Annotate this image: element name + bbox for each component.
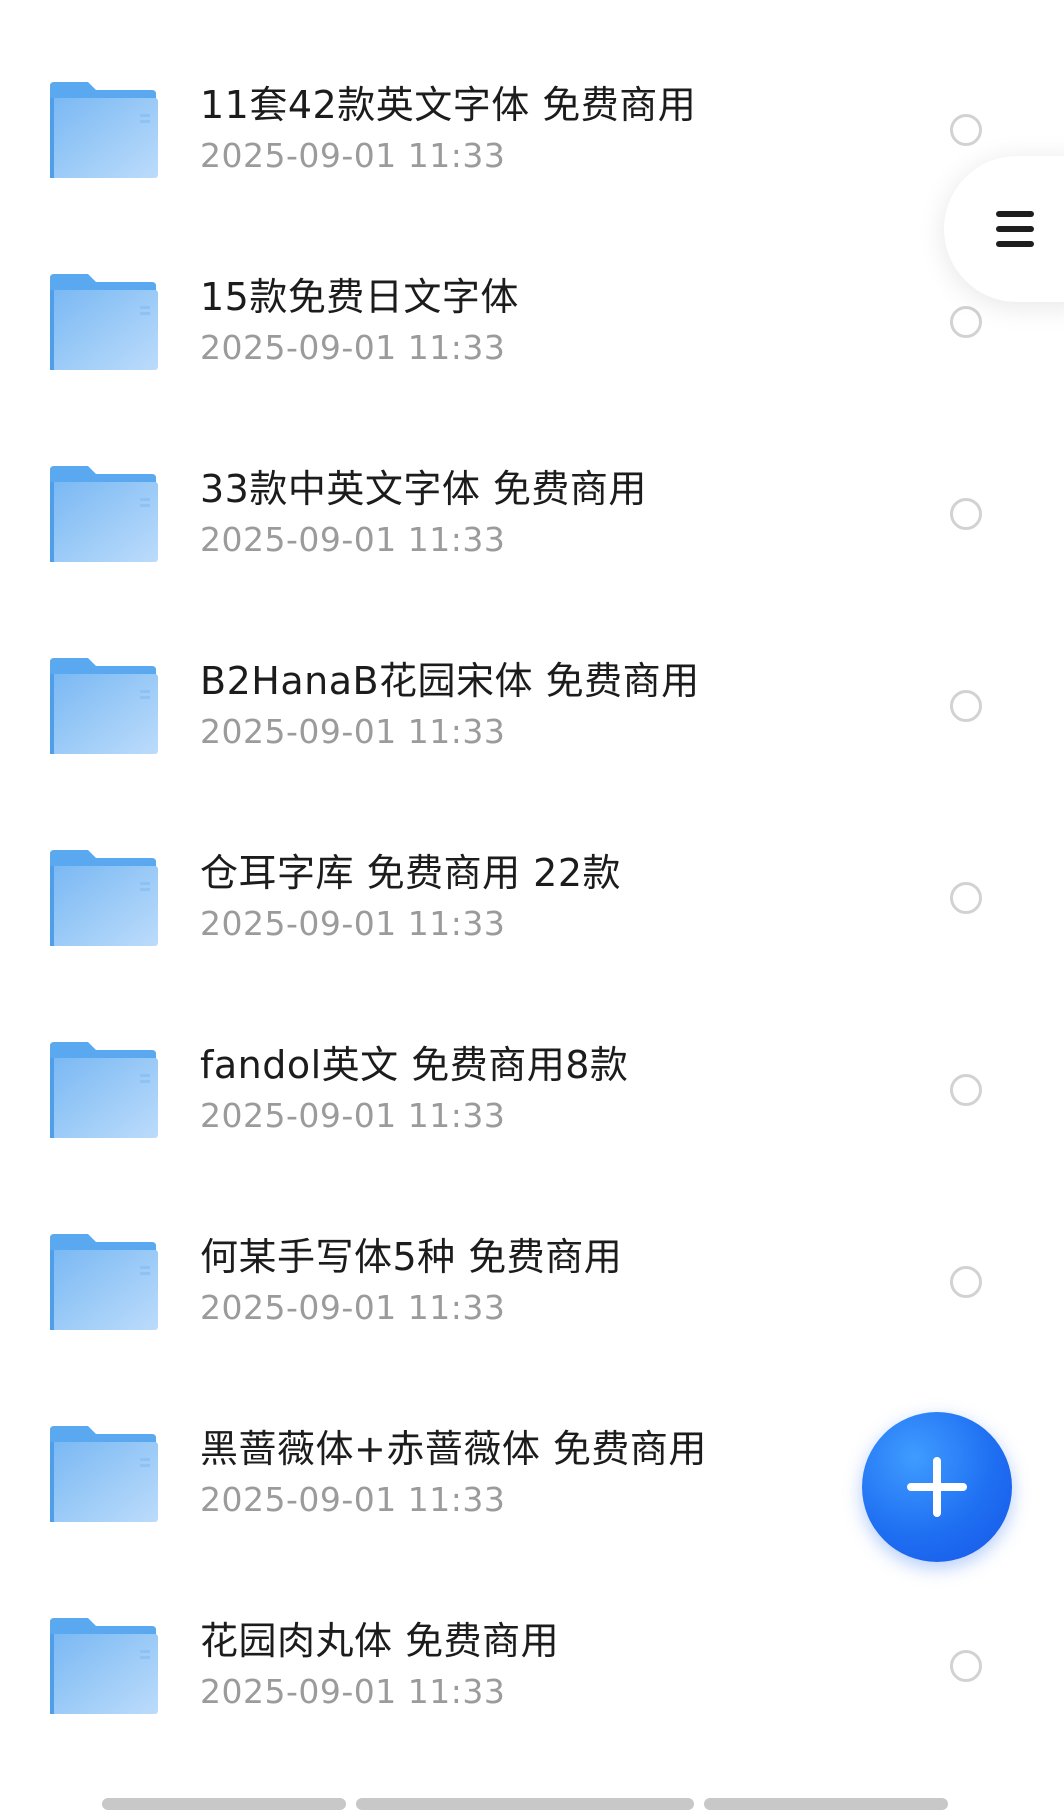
folder-icon xyxy=(50,1042,158,1138)
file-row[interactable]: 花园肉丸体 免费商用 2025-09-01 11:33 xyxy=(0,1574,1064,1766)
select-radio[interactable] xyxy=(950,690,982,722)
file-date: 2025-09-01 11:33 xyxy=(200,904,506,943)
file-name: fandol英文 免费商用8款 xyxy=(200,1043,629,1087)
file-name: 仓耳字库 免费商用 22款 xyxy=(200,851,622,895)
folder-icon xyxy=(50,1234,158,1330)
file-name: 33款中英文字体 免费商用 xyxy=(200,467,647,511)
file-row[interactable]: 何某手写体5种 免费商用 2025-09-01 11:33 xyxy=(0,1190,1064,1382)
file-row[interactable]: fandol英文 免费商用8款 2025-09-01 11:33 xyxy=(0,998,1064,1190)
file-row[interactable]: 33款中英文字体 免费商用 2025-09-01 11:33 xyxy=(0,422,1064,614)
folder-icon xyxy=(50,850,158,946)
toolbar-segment xyxy=(102,1798,346,1810)
file-name: 花园肉丸体 免费商用 xyxy=(200,1619,560,1663)
plus-icon xyxy=(907,1457,967,1517)
file-date: 2025-09-01 11:33 xyxy=(200,136,506,175)
select-radio[interactable] xyxy=(950,882,982,914)
folder-icon xyxy=(50,274,158,370)
folder-icon xyxy=(50,82,158,178)
folder-icon xyxy=(50,658,158,754)
file-browser-screen: 11套42款英文字体 免费商用 2025-09-01 11:33 15款免费日文… xyxy=(0,0,1064,1816)
toolbar-segment xyxy=(704,1798,948,1810)
file-row[interactable]: 11套42款英文字体 免费商用 2025-09-01 11:33 xyxy=(0,38,1064,230)
file-date: 2025-09-01 11:33 xyxy=(200,520,506,559)
file-name: 何某手写体5种 免费商用 xyxy=(200,1235,623,1279)
select-radio[interactable] xyxy=(950,114,982,146)
file-name: B2HanaB花园宋体 免费商用 xyxy=(200,659,700,703)
bottom-toolbar-hint xyxy=(102,1798,948,1810)
file-row[interactable]: B2HanaB花园宋体 免费商用 2025-09-01 11:33 xyxy=(0,614,1064,806)
file-row[interactable]: 仓耳字库 免费商用 22款 2025-09-01 11:33 xyxy=(0,806,1064,998)
file-date: 2025-09-01 11:33 xyxy=(200,1672,506,1711)
file-date: 2025-09-01 11:33 xyxy=(200,328,506,367)
select-radio[interactable] xyxy=(950,1266,982,1298)
file-name: 黑蔷薇体+赤蔷薇体 免费商用 xyxy=(200,1427,707,1471)
file-date: 2025-09-01 11:33 xyxy=(200,1096,506,1135)
file-date: 2025-09-01 11:33 xyxy=(200,712,506,751)
folder-icon xyxy=(50,1618,158,1714)
toolbar-segment xyxy=(356,1798,694,1810)
select-radio[interactable] xyxy=(950,306,982,338)
select-radio[interactable] xyxy=(950,498,982,530)
hamburger-icon[interactable] xyxy=(996,211,1034,247)
select-radio[interactable] xyxy=(950,1650,982,1682)
file-date: 2025-09-01 11:33 xyxy=(200,1480,506,1519)
file-name: 15款免费日文字体 xyxy=(200,275,519,319)
add-button[interactable] xyxy=(862,1412,1012,1562)
file-date: 2025-09-01 11:33 xyxy=(200,1288,506,1327)
folder-icon xyxy=(50,1426,158,1522)
select-radio[interactable] xyxy=(950,1074,982,1106)
file-name: 11套42款英文字体 免费商用 xyxy=(200,83,697,127)
file-row[interactable]: 15款免费日文字体 2025-09-01 11:33 xyxy=(0,230,1064,422)
folder-icon xyxy=(50,466,158,562)
